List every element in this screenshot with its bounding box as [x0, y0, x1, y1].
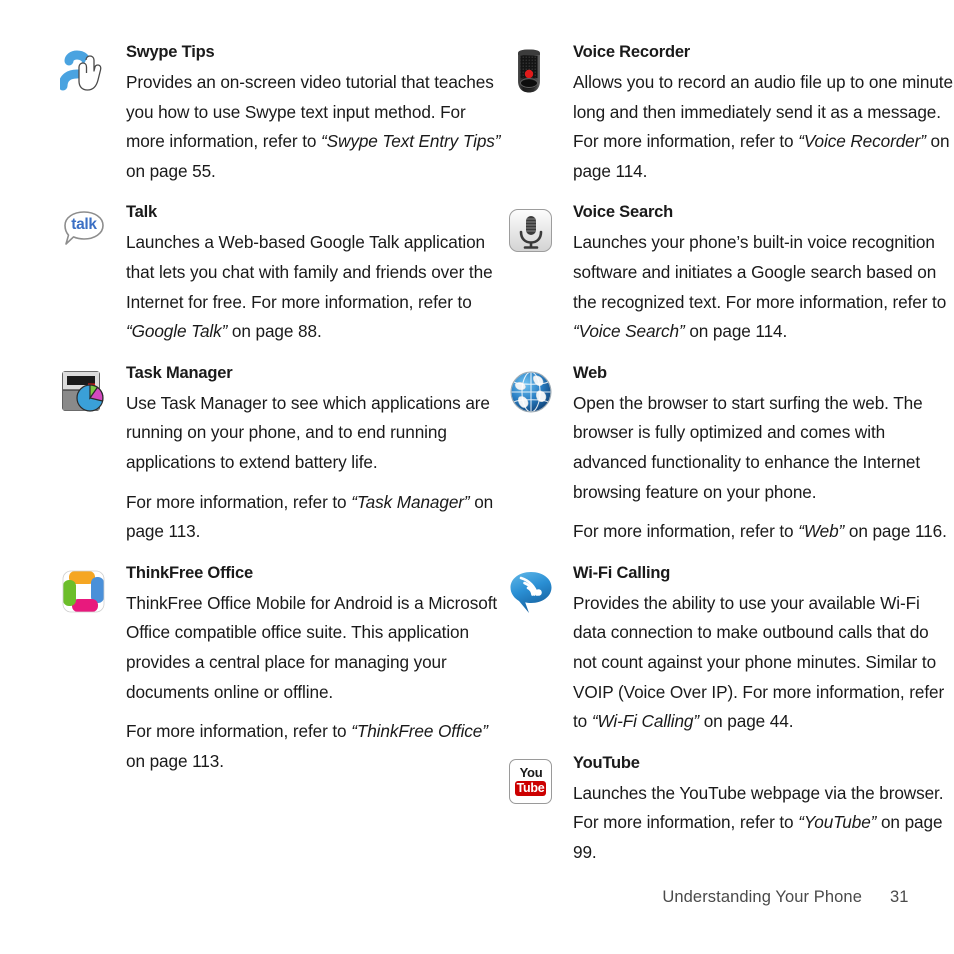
paragraph-text: For more information, refer to: [126, 491, 352, 512]
entry-paragraph: Allows you to record an audio file up to…: [573, 68, 954, 186]
entry-title: Talk: [126, 203, 157, 222]
entry-body: YouTube Launches the YouTube webpage via…: [573, 753, 954, 868]
cross-reference: “Google Talk”: [126, 321, 228, 342]
entry-body: Voice Search Launches your phone’s built…: [573, 202, 954, 346]
paragraph-text: Launches a Web-based Google Talk applica…: [126, 232, 493, 312]
entry-paragraph: Launches the YouTube webpage via the bro…: [573, 779, 954, 868]
talk-icon-label: talk: [71, 216, 97, 234]
paragraph-text: on page 44.: [699, 711, 794, 732]
icon-cell: [60, 363, 126, 416]
entry-talk: talk Talk Launches a Web-based Google Ta…: [60, 202, 507, 346]
paragraph-text: on page 116.: [844, 521, 947, 542]
entry-paragraphs: Use Task Manager to see which applicatio…: [126, 389, 507, 547]
icon-cell: [58, 42, 126, 95]
entry-title: Voice Search: [573, 203, 674, 222]
right-column: Voice Recorder Allows you to record an a…: [507, 42, 954, 883]
entry-paragraph: ThinkFree Office Mobile for Android is a…: [126, 589, 507, 707]
paragraph-text: ThinkFree Office Mobile for Android is a…: [126, 592, 498, 702]
cross-reference: “Task Manager”: [351, 491, 470, 512]
entry-paragraph: For more information, refer to “Task Man…: [126, 488, 507, 547]
paragraph-text: Launches your phone’s built-in voice rec…: [573, 232, 947, 312]
entry-voice-recorder: Voice Recorder Allows you to record an a…: [507, 42, 954, 186]
entry-title: YouTube: [573, 753, 640, 772]
entry-title: Web: [573, 363, 607, 382]
cross-reference: “Web”: [798, 521, 845, 542]
thinkfree-office-icon: [60, 568, 108, 616]
cross-reference: “Voice Recorder”: [798, 131, 926, 152]
entry-body: Web Open the browser to start surfing th…: [573, 363, 954, 547]
entry-task-manager: Task Manager Use Task Manager to see whi…: [60, 363, 507, 547]
cross-reference: “ThinkFree Office”: [351, 721, 488, 742]
entry-paragraph: Provides the ability to use your availab…: [573, 589, 954, 737]
voice-recorder-icon: [507, 47, 555, 95]
entry-swype-tips: Swype Tips Provides an on-screen video t…: [58, 42, 507, 186]
entry-title: Swype Tips: [126, 43, 215, 61]
icon-cell: [507, 202, 573, 255]
entry-body: ThinkFree Office ThinkFree Office Mobile…: [126, 563, 507, 777]
voice-search-icon: [507, 207, 555, 255]
entry-wifi-calling: Wi-Fi Calling Provides the ability to us…: [507, 563, 954, 737]
task-manager-icon: [60, 368, 108, 416]
entry-body: Voice Recorder Allows you to record an a…: [573, 42, 954, 186]
entry-paragraphs: Provides an on-screen video tutorial tha…: [126, 68, 507, 186]
youtube-icon-you-label: You: [519, 764, 543, 780]
paragraph-text: Use Task Manager to see which applicatio…: [126, 392, 490, 472]
entry-paragraph: For more information, refer to “Web” on …: [573, 517, 954, 547]
icon-cell: You Tube: [507, 753, 573, 806]
entry-body: Talk Launches a Web-based Google Talk ap…: [126, 202, 507, 346]
google-talk-icon: talk: [60, 207, 108, 255]
icon-cell: [507, 563, 573, 616]
cross-reference: “Swype Text Entry Tips”: [321, 131, 501, 152]
manual-page: Swype Tips Provides an on-screen video t…: [0, 0, 954, 954]
entry-paragraph: For more information, refer to “ThinkFre…: [126, 717, 507, 776]
wifi-calling-icon: [507, 568, 555, 616]
youtube-icon: You Tube: [507, 758, 555, 806]
paragraph-text: For more information, refer to: [573, 521, 799, 542]
entry-title: Voice Recorder: [573, 43, 691, 61]
page-footer: Understanding Your Phone 31: [0, 888, 912, 907]
entry-paragraphs: Launches your phone’s built-in voice rec…: [573, 228, 954, 346]
cross-reference: “Voice Search”: [573, 321, 685, 342]
entry-title: Wi-Fi Calling: [573, 563, 671, 582]
youtube-icon-tube-label: Tube: [515, 780, 546, 796]
icon-cell: [507, 363, 573, 416]
swype-tips-icon: [58, 47, 108, 95]
entry-body: Task Manager Use Task Manager to see whi…: [126, 363, 507, 547]
cross-reference: “YouTube”: [798, 812, 877, 833]
footer-chapter-title: Understanding Your Phone: [662, 888, 862, 906]
paragraph-text: Open the browser to start surfing the we…: [573, 392, 923, 502]
entry-web: Web Open the browser to start surfing th…: [507, 363, 954, 547]
entry-paragraphs: ThinkFree Office Mobile for Android is a…: [126, 589, 507, 777]
paragraph-text: on page 114.: [684, 321, 788, 342]
icon-cell: [60, 563, 126, 616]
entry-paragraphs: Launches the YouTube webpage via the bro…: [573, 779, 954, 868]
icon-cell: [507, 42, 573, 95]
entry-youtube: You Tube YouTube Launches the YouTube we…: [507, 753, 954, 868]
entry-body: Swype Tips Provides an on-screen video t…: [126, 42, 507, 186]
entry-paragraph: Provides an on-screen video tutorial tha…: [126, 68, 507, 186]
paragraph-text: on page 113.: [126, 750, 224, 771]
entry-paragraphs: Open the browser to start surfing the we…: [573, 389, 954, 547]
entry-paragraph: Use Task Manager to see which applicatio…: [126, 389, 507, 478]
entry-paragraph: Launches your phone’s built-in voice rec…: [573, 228, 954, 346]
entry-thinkfree-office: ThinkFree Office ThinkFree Office Mobile…: [60, 563, 507, 777]
entry-paragraphs: Allows you to record an audio file up to…: [573, 68, 954, 186]
icon-cell: talk: [60, 202, 126, 255]
left-column: Swype Tips Provides an on-screen video t…: [58, 42, 507, 792]
cross-reference: “Wi-Fi Calling”: [591, 711, 700, 732]
entry-voice-search: Voice Search Launches your phone’s built…: [507, 202, 954, 346]
entry-paragraphs: Provides the ability to use your availab…: [573, 589, 954, 737]
entry-paragraph: Launches a Web-based Google Talk applica…: [126, 228, 507, 346]
entry-body: Wi-Fi Calling Provides the ability to us…: [573, 563, 954, 737]
entry-title: ThinkFree Office: [126, 563, 253, 582]
paragraph-text: on page 55.: [126, 160, 216, 181]
paragraph-text: on page 88.: [227, 321, 322, 342]
footer-page-number: 31: [890, 888, 909, 906]
web-globe-icon: [507, 368, 555, 416]
paragraph-text: For more information, refer to: [126, 721, 352, 742]
entry-title: Task Manager: [126, 363, 233, 382]
entry-paragraphs: Launches a Web-based Google Talk applica…: [126, 228, 507, 346]
two-column-layout: Swype Tips Provides an on-screen video t…: [0, 42, 954, 883]
entry-paragraph: Open the browser to start surfing the we…: [573, 389, 954, 507]
